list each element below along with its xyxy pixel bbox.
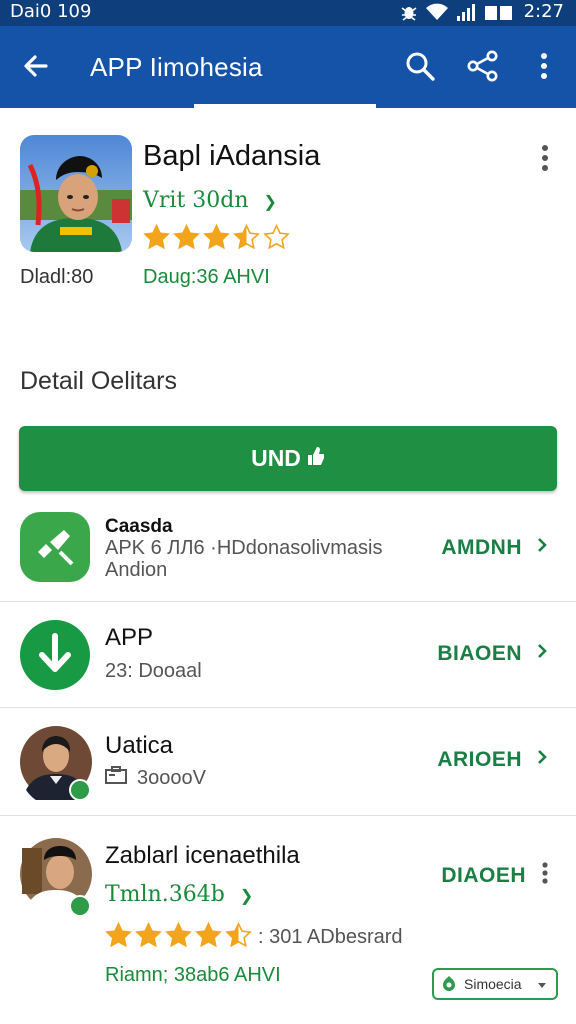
date-meta: Daug:36 AHVI [143, 266, 270, 288]
list-item-title: Uatica [105, 732, 174, 759]
filter-dropdown[interactable]: Simoecia [432, 968, 558, 1000]
download-icon [20, 620, 90, 690]
list-item-meta: Riamn; 38ab6 AHVI [105, 964, 281, 986]
list-item-caasda[interactable]: Caasda APK 6 ЛЛ6 ·HDdonasolivmasis Andio… [0, 492, 576, 602]
star-icon [173, 224, 200, 250]
chevron-right-icon [536, 536, 548, 560]
chevron-right-icon [536, 748, 548, 772]
avatar [20, 834, 92, 918]
status-time-left: Dai0 109 [10, 1, 92, 22]
action-label: DIAOEH [441, 864, 526, 887]
list-item-title: Caasda [105, 516, 173, 537]
chevron-right-icon: ❯ [263, 192, 277, 211]
battery-icon [484, 3, 516, 21]
list-item-title: APP [105, 624, 154, 651]
app-logo-icon [442, 975, 456, 994]
more-options-icon[interactable] [534, 144, 556, 174]
list-item-subtitle: 23: Dooaal [105, 660, 202, 682]
app-title: Bapl iAdansia [143, 140, 321, 172]
list-item-version-link[interactable]: Tmln.364b ❯ [105, 882, 253, 907]
status-icons: 2:27 [400, 1, 564, 22]
list-item-subtitle: 3ooooV [105, 766, 206, 790]
app-bar: APP Iimohesia [0, 26, 576, 108]
install-button[interactable]: UND [19, 426, 557, 491]
star-icon [225, 922, 252, 948]
chevron-right-icon [536, 642, 548, 666]
rating-text: : 301 ADbesrard [258, 926, 403, 948]
back-arrow-icon[interactable] [18, 48, 54, 84]
status-bar: Dai0 109 2:27 [0, 0, 576, 26]
more-options-icon [540, 862, 550, 890]
install-button-label: UND [251, 445, 301, 471]
wifi-icon [425, 3, 448, 21]
download-count: Dladl:80 [20, 266, 94, 288]
star-icon [105, 922, 132, 948]
rating-stars [105, 922, 252, 949]
list-item-action[interactable]: DIAOEH [441, 862, 550, 890]
star-icon [203, 224, 230, 250]
app-bar-title: APP Iimohesia [90, 52, 263, 82]
avatar [20, 724, 92, 807]
star-icon [143, 224, 170, 250]
action-label: BIAOEN [437, 642, 522, 665]
version-text: Tmln.364b [105, 882, 225, 907]
list-item-action[interactable]: ARIOEH [437, 748, 548, 772]
chevron-right-icon: ❯ [239, 886, 254, 905]
list-item-subtitle: APK 6 ЛЛ6 ·HDdonasolivmasis [105, 537, 383, 559]
action-label: ARIOEH [437, 748, 522, 771]
overflow-menu-icon[interactable] [528, 48, 564, 84]
star-icon [135, 922, 162, 948]
search-icon[interactable] [402, 48, 438, 84]
star-icon [195, 922, 222, 948]
app-tools-icon [20, 512, 90, 582]
star-icon [233, 224, 260, 250]
caret-down-icon [538, 976, 546, 992]
version-text: Vrit 30dn [143, 188, 249, 213]
star-icon [165, 922, 192, 948]
status-time-right: 2:27 [523, 1, 564, 22]
thumbs-up-icon [307, 445, 325, 472]
dropdown-label: Simoecia [464, 976, 522, 992]
list-item-action[interactable]: AMDNH [441, 536, 548, 560]
share-icon[interactable] [465, 48, 501, 84]
list-item-subtitle-text: 3ooooV [137, 766, 206, 789]
list-item-uatica[interactable]: Uatica 3ooooV ARIOEH [0, 708, 576, 816]
star-icon [263, 224, 290, 250]
list-item-action[interactable]: BIAOEN [437, 642, 548, 666]
list-item-subtitle-2: Andion [105, 559, 168, 581]
list-item-app[interactable]: APP 23: Dooaal BIAOEN [0, 602, 576, 708]
version-link[interactable]: Vrit 30dn ❯ [143, 188, 277, 213]
rating-stars [143, 224, 290, 251]
signal-icon [456, 3, 476, 21]
section-title: Detail Oelitars [20, 367, 177, 395]
app-header-card: Bapl iAdansia Vrit 30dn ❯ Dladl:80 Daug:… [0, 108, 576, 348]
app-hero-image[interactable] [20, 135, 132, 252]
action-label: AMDNH [441, 536, 522, 559]
briefcase-icon [105, 766, 127, 790]
list-item-title: Zablarl icenaethila [105, 842, 300, 869]
bug-icon [400, 3, 418, 21]
